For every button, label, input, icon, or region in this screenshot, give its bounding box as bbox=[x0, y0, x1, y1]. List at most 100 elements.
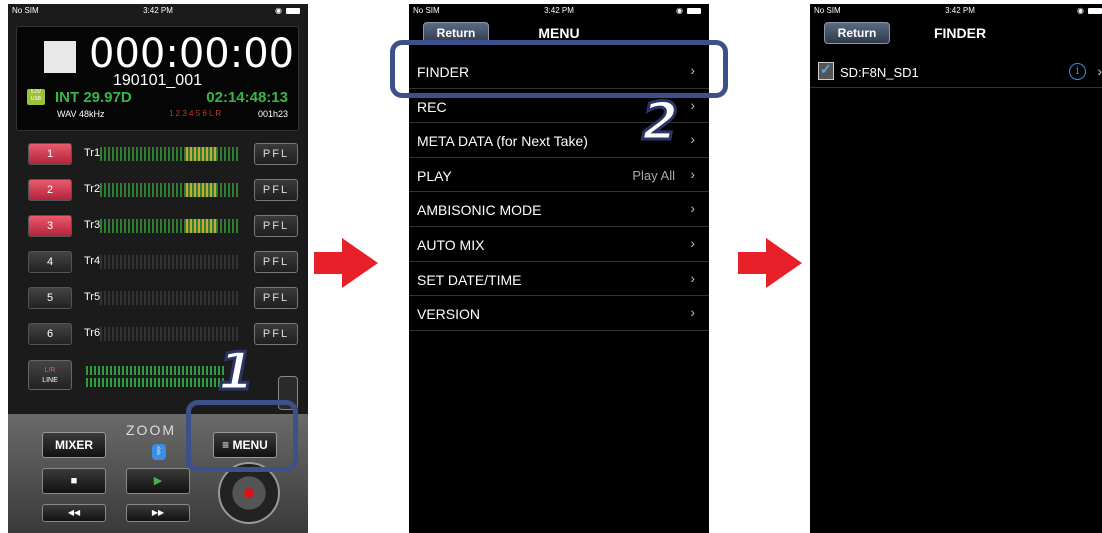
recorder-display: 000:00:00 190101_001 5.0V USB INT 29.97D… bbox=[16, 26, 299, 131]
chevron-right-icon: › bbox=[690, 304, 695, 321]
arrow-right-icon bbox=[314, 238, 378, 288]
pfl-button[interactable]: PFL bbox=[254, 215, 298, 237]
pfl-button[interactable]: PFL bbox=[254, 287, 298, 309]
level-meter bbox=[100, 255, 240, 269]
track-row: 3 Tr3 PFL bbox=[18, 214, 298, 238]
take-name: 190101_001 bbox=[113, 72, 202, 89]
arrow-right-icon bbox=[738, 238, 802, 288]
sd-card-icon bbox=[818, 61, 834, 80]
status-time: 3:42 PM bbox=[945, 6, 975, 15]
usb-power-icon: 5.0V USB bbox=[27, 89, 45, 105]
chevron-right-icon: › bbox=[1097, 63, 1102, 79]
track-name: Tr2 bbox=[84, 183, 101, 195]
transport-state-icon bbox=[44, 41, 76, 73]
lr-line-button[interactable]: L/R LINE bbox=[28, 360, 72, 390]
chevron-right-icon: › bbox=[690, 234, 695, 251]
chevron-right-icon: › bbox=[690, 165, 695, 182]
track-row: 4 Tr4 PFL bbox=[18, 250, 298, 274]
level-meter bbox=[100, 147, 240, 161]
menu-item-label: META DATA (for Next Take) bbox=[417, 133, 588, 150]
track-2-button[interactable]: 2 bbox=[28, 179, 72, 201]
track-indicators: 1 2 3 4 5 6 L R bbox=[169, 109, 222, 118]
track-row: 5 Tr5 PFL bbox=[18, 286, 298, 310]
bluetooth-icon: ᛒ bbox=[152, 444, 166, 460]
mixer-button[interactable]: MIXER bbox=[42, 432, 106, 458]
pfl-button[interactable]: PFL bbox=[254, 179, 298, 201]
left-meter bbox=[86, 366, 226, 375]
brand-logo: ZOOM bbox=[126, 422, 176, 438]
sd-card-row[interactable]: SD:F8N_SD1 i › bbox=[810, 56, 1102, 88]
pfl-button[interactable]: PFL bbox=[254, 323, 298, 345]
menu-item-version[interactable]: VERSION › bbox=[409, 296, 709, 331]
lr-label: L/R bbox=[44, 367, 56, 374]
track-name: Tr4 bbox=[84, 255, 101, 267]
track-5-button[interactable]: 5 bbox=[28, 287, 72, 309]
menu-item-value: Play All bbox=[632, 167, 675, 183]
menu-item-play[interactable]: PLAY Play All › bbox=[409, 158, 709, 193]
right-meter bbox=[86, 378, 226, 387]
level-meter bbox=[100, 327, 240, 341]
pfl-button[interactable]: PFL bbox=[254, 251, 298, 273]
wifi-icon: ◉ bbox=[676, 6, 683, 15]
status-bar: No SIM 3:42 PM ◉ bbox=[810, 4, 1102, 18]
status-bar: No SIM 3:42 PM ◉ bbox=[409, 4, 709, 18]
status-time: 3:42 PM bbox=[544, 6, 574, 15]
menu-item-label: REC bbox=[417, 98, 447, 115]
level-meter bbox=[100, 183, 240, 197]
status-time: 3:42 PM bbox=[143, 6, 173, 15]
remaining-time: 001h23 bbox=[257, 109, 288, 119]
chevron-right-icon: › bbox=[690, 131, 695, 148]
track-name: Tr1 bbox=[84, 147, 101, 159]
track-name: Tr3 bbox=[84, 219, 101, 231]
finder-highlight bbox=[390, 40, 728, 98]
menu-highlight bbox=[186, 400, 298, 472]
menu-item-auto-mix[interactable]: AUTO MIX › bbox=[409, 227, 709, 262]
timecode-mode: INT 29.97D bbox=[55, 89, 132, 106]
running-timecode: 02:14:48:13 bbox=[206, 89, 288, 106]
lr-row: L/R LINE bbox=[28, 360, 298, 394]
line-label: LINE bbox=[42, 377, 58, 384]
wifi-icon: ◉ bbox=[1077, 6, 1084, 15]
file-format: WAV 48kHz bbox=[57, 109, 105, 119]
track-name: Tr5 bbox=[84, 291, 101, 303]
track-name: Tr6 bbox=[84, 327, 101, 339]
track-3-button[interactable]: 3 bbox=[28, 215, 72, 237]
track-row: 1 Tr1 PFL bbox=[18, 142, 298, 166]
pfl-button[interactable]: PFL bbox=[254, 143, 298, 165]
page-title: MENU bbox=[538, 25, 580, 41]
wifi-icon: ◉ bbox=[275, 6, 282, 15]
sd-card-name: SD:F8N_SD1 bbox=[840, 65, 919, 80]
play-button[interactable]: ▶ bbox=[126, 468, 190, 494]
chevron-right-icon: › bbox=[690, 269, 695, 286]
track-6-button[interactable]: 6 bbox=[28, 323, 72, 345]
record-icon bbox=[244, 488, 254, 498]
level-meter bbox=[100, 219, 240, 233]
finder-screen: No SIM 3:42 PM ◉ Return FINDER SD:F8N_SD… bbox=[810, 4, 1102, 533]
menu-item-label: PLAY bbox=[417, 167, 452, 184]
chevron-right-icon: › bbox=[690, 200, 695, 217]
menu-item-label: SET DATE/TIME bbox=[417, 271, 522, 288]
track-row: 6 Tr6 PFL bbox=[18, 322, 298, 346]
menu-item-label: VERSION bbox=[417, 306, 481, 323]
menu-item-label: AUTO MIX bbox=[417, 236, 485, 253]
status-bar: No SIM 3:42 PM ◉ bbox=[8, 4, 308, 18]
chevron-right-icon: › bbox=[690, 96, 695, 113]
menu-item-ambisonic-mode[interactable]: AMBISONIC MODE › bbox=[409, 192, 709, 227]
stop-button[interactable]: ■ bbox=[42, 468, 106, 494]
step-1-label: 1 bbox=[216, 341, 255, 404]
level-meter bbox=[100, 291, 240, 305]
fast-forward-button[interactable]: ▶▶ bbox=[126, 504, 190, 522]
battery-icon bbox=[687, 8, 701, 14]
page-title: FINDER bbox=[933, 25, 987, 41]
step-2-label: 2 bbox=[640, 91, 679, 154]
menu-item-set-date-time[interactable]: SET DATE/TIME › bbox=[409, 262, 709, 297]
elapsed-timecode: 000:00:00 bbox=[89, 31, 295, 77]
track-4-button[interactable]: 4 bbox=[28, 251, 72, 273]
battery-icon bbox=[286, 8, 300, 14]
info-icon[interactable]: i bbox=[1069, 63, 1086, 80]
nav-bar: Return FINDER bbox=[810, 18, 1102, 48]
battery-icon bbox=[1088, 8, 1102, 14]
rewind-button[interactable]: ◀◀ bbox=[42, 504, 106, 522]
track-1-button[interactable]: 1 bbox=[28, 143, 72, 165]
menu-item-label: AMBISONIC MODE bbox=[417, 202, 542, 219]
